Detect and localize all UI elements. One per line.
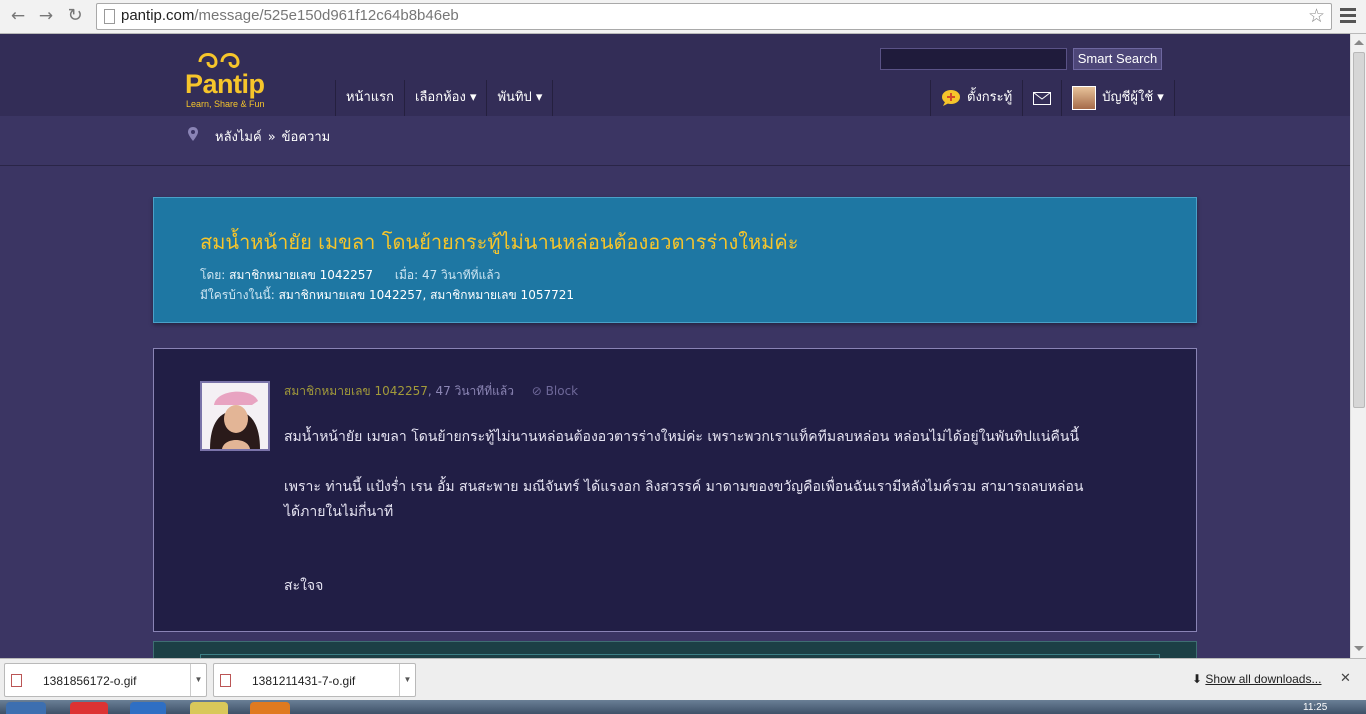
main-nav: หน้าแรก เลือกห้อง ▾ พันทิป ▾ (335, 80, 554, 116)
message-title-box: สมน้ำหน้ายัย เมขลา โดนย้ายกระทู้ไม่นานหล… (153, 197, 1197, 323)
post-author[interactable]: สมาชิกหมายเลข 1042257 (284, 384, 428, 398)
post-topic-label: ตั้งกระทู้ (967, 90, 1013, 105)
show-all-downloads[interactable]: ⬇ Show all downloads... (1192, 672, 1321, 686)
message-title: สมน้ำหน้ายัย เมขลา โดนย้ายกระทู้ไม่นานหล… (200, 230, 799, 254)
download-arrow-icon: ⬇ (1192, 672, 1203, 686)
page-icon (104, 9, 115, 24)
post-line-4: สะใจจ (284, 578, 324, 594)
account-menu[interactable]: บัญชีผู้ใช้ ▾ (1062, 80, 1175, 116)
scroll-down-icon[interactable] (1354, 646, 1364, 651)
chevron-down-icon[interactable]: ▼ (399, 664, 415, 696)
scroll-up-icon[interactable] (1354, 40, 1364, 45)
message-members: มีใครบ้างในนี้: สมาชิกหมายเลข 1042257, ส… (200, 286, 574, 305)
when-value: 47 วินาทีที่แล้ว (421, 268, 501, 282)
message-post: สมาชิกหมายเลข 1042257, 47 วินาทีที่แล้ว … (153, 348, 1197, 632)
bookmark-star-icon[interactable]: ☆ (1308, 5, 1325, 27)
members-label: มีใครบ้างในนี้: (200, 288, 275, 302)
user-avatar (1072, 86, 1097, 110)
post-avatar[interactable] (200, 381, 270, 451)
block-button[interactable]: ⊘ Block (532, 384, 578, 398)
breadcrumb-bar (0, 116, 1350, 166)
taskbar-app[interactable] (250, 702, 290, 714)
nav-pantip[interactable]: พันทิป ▾ (487, 80, 554, 116)
by-label: โดย: (200, 268, 226, 282)
chevron-down-icon[interactable]: ▼ (190, 664, 206, 696)
post-header: สมาชิกหมายเลข 1042257, 47 วินาทีที่แล้ว … (284, 382, 578, 401)
post-line-3: ได้ภายในไม่กี่นาที (284, 504, 394, 520)
account-label: บัญชีผู้ใช้ ▾ (1102, 90, 1164, 105)
post-bubble-icon (942, 90, 960, 106)
page-scrollbar[interactable] (1350, 34, 1366, 658)
download-item[interactable]: 1381211431-7-o.gif ▼ (213, 663, 416, 697)
url-text[interactable]: pantip.com/message/525e150d961f12c64b8b4… (121, 7, 459, 24)
avatar-image (202, 383, 268, 449)
reload-icon[interactable]: ↻ (64, 5, 86, 27)
gif-file-icon (220, 674, 231, 687)
message-meta: โดย: สมาชิกหมายเลข 1042257 เมื่อ: 47 วิน… (200, 266, 500, 285)
post-line-2: เพราะ ท่านนี้ แป้งร่ำ เรน อั้ม สนสะพาย ม… (284, 479, 1084, 495)
messages-button[interactable] (1023, 80, 1063, 116)
breadcrumb-current: ข้อความ (281, 130, 331, 145)
gif-file-icon (11, 674, 22, 687)
download-item[interactable]: 1381856172-o.gif ▼ (4, 663, 207, 697)
start-button[interactable] (6, 702, 46, 714)
taskbar-app[interactable] (190, 702, 228, 714)
breadcrumb: หลังไมค์ » ข้อความ (215, 126, 330, 147)
browser-toolbar: ← → ↻ pantip.com/message/525e150d961f12c… (0, 0, 1366, 34)
post-topic-button[interactable]: ตั้งกระทู้ (931, 80, 1024, 116)
post-time: , 47 วินาทีที่แล้ว (427, 384, 514, 398)
user-nav: ตั้งกระทู้ บัญชีผู้ใช้ ▾ (930, 80, 1175, 116)
breadcrumb-backoffice[interactable]: หลังไมค์ (215, 130, 262, 145)
breadcrumb-separator: » (267, 130, 276, 145)
close-icon[interactable]: ✕ (1340, 671, 1351, 686)
taskbar-app[interactable] (130, 702, 166, 714)
by-value[interactable]: สมาชิกหมายเลข 1042257 (229, 268, 373, 282)
logo-tagline: Learn, Share & Fun (186, 99, 265, 109)
forward-icon[interactable]: → (35, 5, 57, 27)
download-name: 1381211431-7-o.gif (252, 674, 356, 688)
back-icon[interactable]: ← (7, 5, 29, 27)
show-all-link[interactable]: Show all downloads... (1205, 672, 1321, 686)
mail-icon (1033, 91, 1052, 105)
os-taskbar: 11:25 (0, 700, 1366, 714)
search-input[interactable] (880, 48, 1067, 70)
downloads-bar: 1381856172-o.gif ▼ 1381211431-7-o.gif ▼ … (0, 658, 1366, 700)
block-icon: ⊘ (531, 384, 542, 398)
post-line-1: สมน้ำหน้ายัย เมขลา โดนย้ายกระทู้ไม่นานหล… (284, 429, 1080, 445)
nav-choose-room[interactable]: เลือกห้อง ▾ (405, 80, 488, 116)
members-value[interactable]: สมาชิกหมายเลข 1042257, สมาชิกหมายเลข 105… (279, 288, 574, 302)
address-bar[interactable]: pantip.com/message/525e150d961f12c64b8b4… (96, 3, 1332, 30)
nav-home[interactable]: หน้าแรก (336, 80, 405, 116)
taskbar-clock: 11:25 (1303, 702, 1328, 713)
block-label: Block (545, 384, 579, 398)
smart-search-button[interactable]: Smart Search (1073, 48, 1162, 70)
download-name: 1381856172-o.gif (43, 674, 137, 688)
scrollbar-thumb[interactable] (1353, 52, 1365, 408)
taskbar-app[interactable] (70, 702, 108, 714)
logo-wordmark[interactable]: Pantip (185, 69, 265, 100)
location-pin-icon (188, 127, 198, 141)
browser-menu-icon[interactable] (1340, 8, 1356, 24)
when-label: เมื่อ: (394, 268, 419, 282)
